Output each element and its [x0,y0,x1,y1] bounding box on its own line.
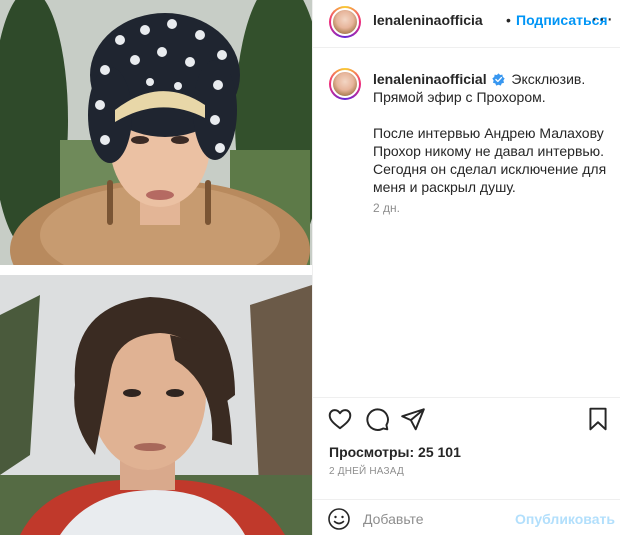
frame-divider [0,265,312,275]
post-caption: lenaleninaofficial Эксклюзив. Прямой эфи… [373,70,613,196]
heart-icon[interactable] [327,406,353,432]
comment-form: Опубликовать [313,499,620,535]
header-separator-dot: • [506,12,511,28]
caption-avatar[interactable] [329,68,361,100]
caption-para2-line-2: Прохор никому не давал интервью. [373,143,605,159]
verified-badge-icon [492,73,506,86]
caption-timestamp[interactable]: 2 дн. [373,201,400,215]
live-frame-host [0,0,312,265]
header-avatar[interactable] [329,6,361,38]
caption-para2-line-3: Сегодня он сделал исключение для [373,161,607,177]
smiley-icon[interactable] [327,507,351,531]
post-sidebar: lenaleninaofficia • Подписаться ··· lena… [312,0,620,535]
views-count[interactable]: Просмотры: 25 101 [329,444,461,460]
caption-line-2: Прямой эфир с Прохором. [373,89,546,105]
comment-icon[interactable] [364,406,390,432]
guest-video-image [0,275,312,535]
caption-username[interactable]: lenaleninaofficial [373,71,487,87]
caption-para2-line-1: После интервью Андрею Малахову [373,125,604,141]
post-date[interactable]: 2 ДНЕЙ НАЗАД [329,466,404,477]
live-frame-guest [0,275,312,535]
bookmark-icon[interactable] [585,406,611,432]
action-bar [313,397,620,437]
post-header: lenaleninaofficia • Подписаться ··· [313,0,620,48]
share-icon[interactable] [400,406,426,432]
host-video-image [0,0,312,265]
post-media[interactable] [0,0,312,535]
more-options-icon[interactable]: ··· [591,8,614,31]
header-username[interactable]: lenaleninaofficia [373,12,483,28]
caption-para2-line-4: меня и раскрыл душу. [373,179,516,195]
publish-button[interactable]: Опубликовать [515,511,615,527]
caption-line-1: Эксклюзив. [511,71,586,87]
